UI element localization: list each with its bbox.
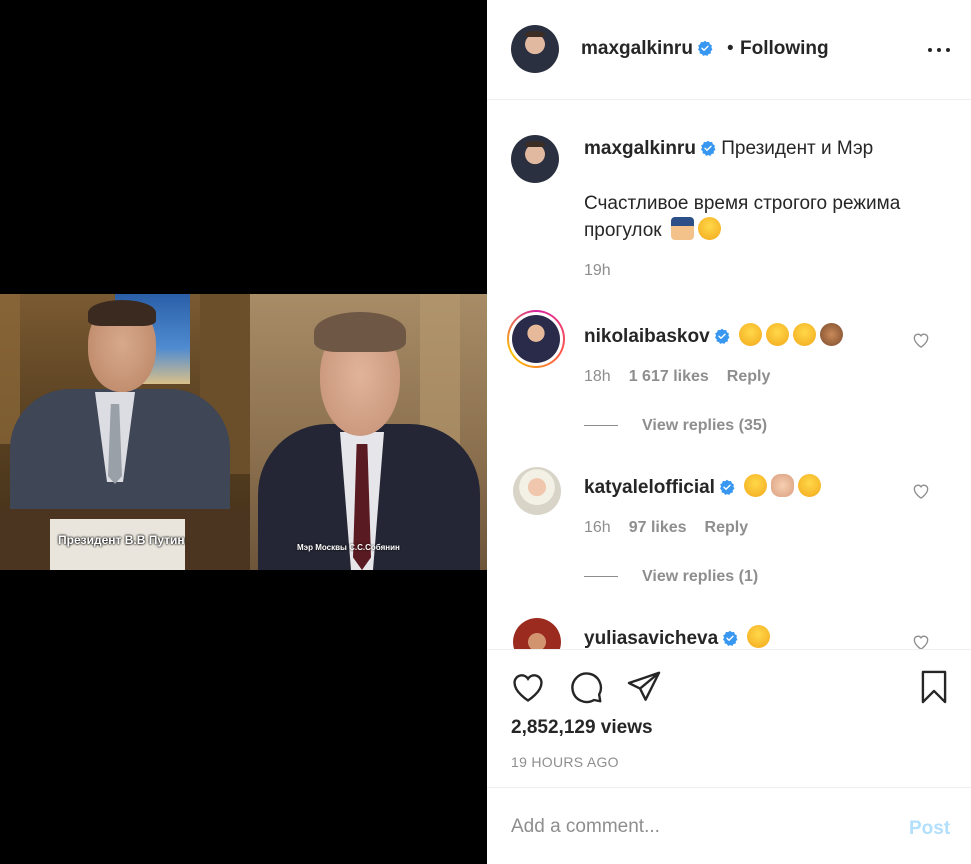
clapping-hands-emoji-icon <box>771 474 795 497</box>
caption-title: Президент и Мэр <box>721 138 874 159</box>
following-button[interactable]: Following <box>740 38 829 60</box>
caption-body-text: Счастливое время строгого режима прогуло… <box>584 193 901 241</box>
comment-likes[interactable]: 1 617 likes <box>629 368 709 385</box>
squinting-laugh-emoji-icon <box>747 625 771 648</box>
author-username[interactable]: maxgalkinru <box>581 38 693 59</box>
save-bookmark-icon[interactable] <box>915 668 953 706</box>
author-avatar[interactable] <box>511 25 559 73</box>
commenter-avatar[interactable] <box>513 618 561 649</box>
header-separator: • <box>727 38 734 59</box>
post-side-panel: maxgalkinru • Following maxgalkinru През… <box>487 0 971 864</box>
comments-list[interactable]: maxgalkinru Президент и Мэр Счастливое в… <box>487 100 971 649</box>
like-comment-heart-icon[interactable] <box>911 330 931 350</box>
tears-of-joy-emoji-icon <box>798 474 822 497</box>
zany-face-emoji-icon <box>744 474 768 497</box>
post-comment-button[interactable]: Post <box>909 818 950 840</box>
video-caption-right: Мэр Москвы С.С.Собянин <box>297 543 400 552</box>
like-comment-heart-icon[interactable] <box>911 632 931 649</box>
comment-likes[interactable]: 97 likes <box>629 519 687 536</box>
view-replies-label: View replies (35) <box>642 417 768 434</box>
post-actions: 2,852,129 views 19 HOURS AGO <box>487 649 971 787</box>
rolling-eyes-emoji-icon <box>697 217 721 240</box>
caption-author-avatar[interactable] <box>511 135 559 183</box>
tears-of-joy-emoji-icon <box>738 323 762 346</box>
like-heart-icon[interactable] <box>509 668 547 706</box>
verified-badge-icon <box>697 40 713 56</box>
post-header: maxgalkinru • Following <box>487 0 971 100</box>
verified-badge-icon <box>723 630 738 646</box>
comment-time[interactable]: 16h <box>584 519 611 536</box>
caption-time[interactable]: 19h <box>584 262 611 280</box>
view-count[interactable]: 2,852,129 views <box>511 717 653 739</box>
post-timestamp[interactable]: 19 HOURS AGO <box>511 754 619 770</box>
verified-badge-icon <box>700 140 716 156</box>
author-username-row: maxgalkinru <box>581 38 713 60</box>
view-replies-button[interactable]: View replies (1) <box>584 568 758 586</box>
comment-time[interactable]: 18h <box>584 368 611 385</box>
commenter-avatar[interactable] <box>512 315 560 363</box>
video-player[interactable]: Президент В.В Путин Мэр Москвы С.С.Собян… <box>0 294 487 570</box>
share-send-icon[interactable] <box>625 668 663 706</box>
verified-badge-icon <box>719 479 735 495</box>
comment-item: yuliasavicheva <box>487 608 971 649</box>
tears-of-joy-emoji-icon <box>765 323 789 346</box>
video-caption-left: Президент В.В Путин <box>58 533 185 547</box>
like-comment-heart-icon[interactable] <box>911 481 931 501</box>
reply-button[interactable]: Reply <box>705 519 749 536</box>
comment-item: nikolaibaskov 18h 1 617 likes Reply View r… <box>487 306 971 456</box>
video-right-panel <box>250 294 487 570</box>
add-comment-bar: Post <box>487 787 971 864</box>
comment-item: katyalelofficial 16h 97 likes Reply View r… <box>487 457 971 607</box>
police-officer-emoji-icon <box>670 217 694 240</box>
commenter-username[interactable]: yuliasavicheva <box>584 628 718 649</box>
see-no-evil-monkey-emoji-icon <box>819 323 843 346</box>
view-replies-button[interactable]: View replies (35) <box>584 417 767 435</box>
commenter-username[interactable]: katyalelofficial <box>584 477 715 498</box>
caption-author-username[interactable]: maxgalkinru <box>584 138 696 159</box>
commenter-avatar[interactable] <box>513 467 561 515</box>
verified-badge-icon <box>714 328 730 344</box>
tears-of-joy-emoji-icon <box>792 323 816 346</box>
view-replies-label: View replies (1) <box>642 568 759 585</box>
comment-bubble-icon[interactable] <box>567 668 605 706</box>
video-left-panel <box>0 294 250 570</box>
more-horizontal-icon[interactable] <box>927 38 951 62</box>
caption-body: Счастливое время строгого режима прогуло… <box>584 190 944 244</box>
reply-button[interactable]: Reply <box>727 368 771 385</box>
add-comment-input[interactable] <box>511 812 891 842</box>
commenter-username[interactable]: nikolaibaskov <box>584 326 710 347</box>
post-media[interactable]: Президент В.В Путин Мэр Москвы С.С.Собян… <box>0 0 487 864</box>
video-person-left <box>0 300 250 529</box>
